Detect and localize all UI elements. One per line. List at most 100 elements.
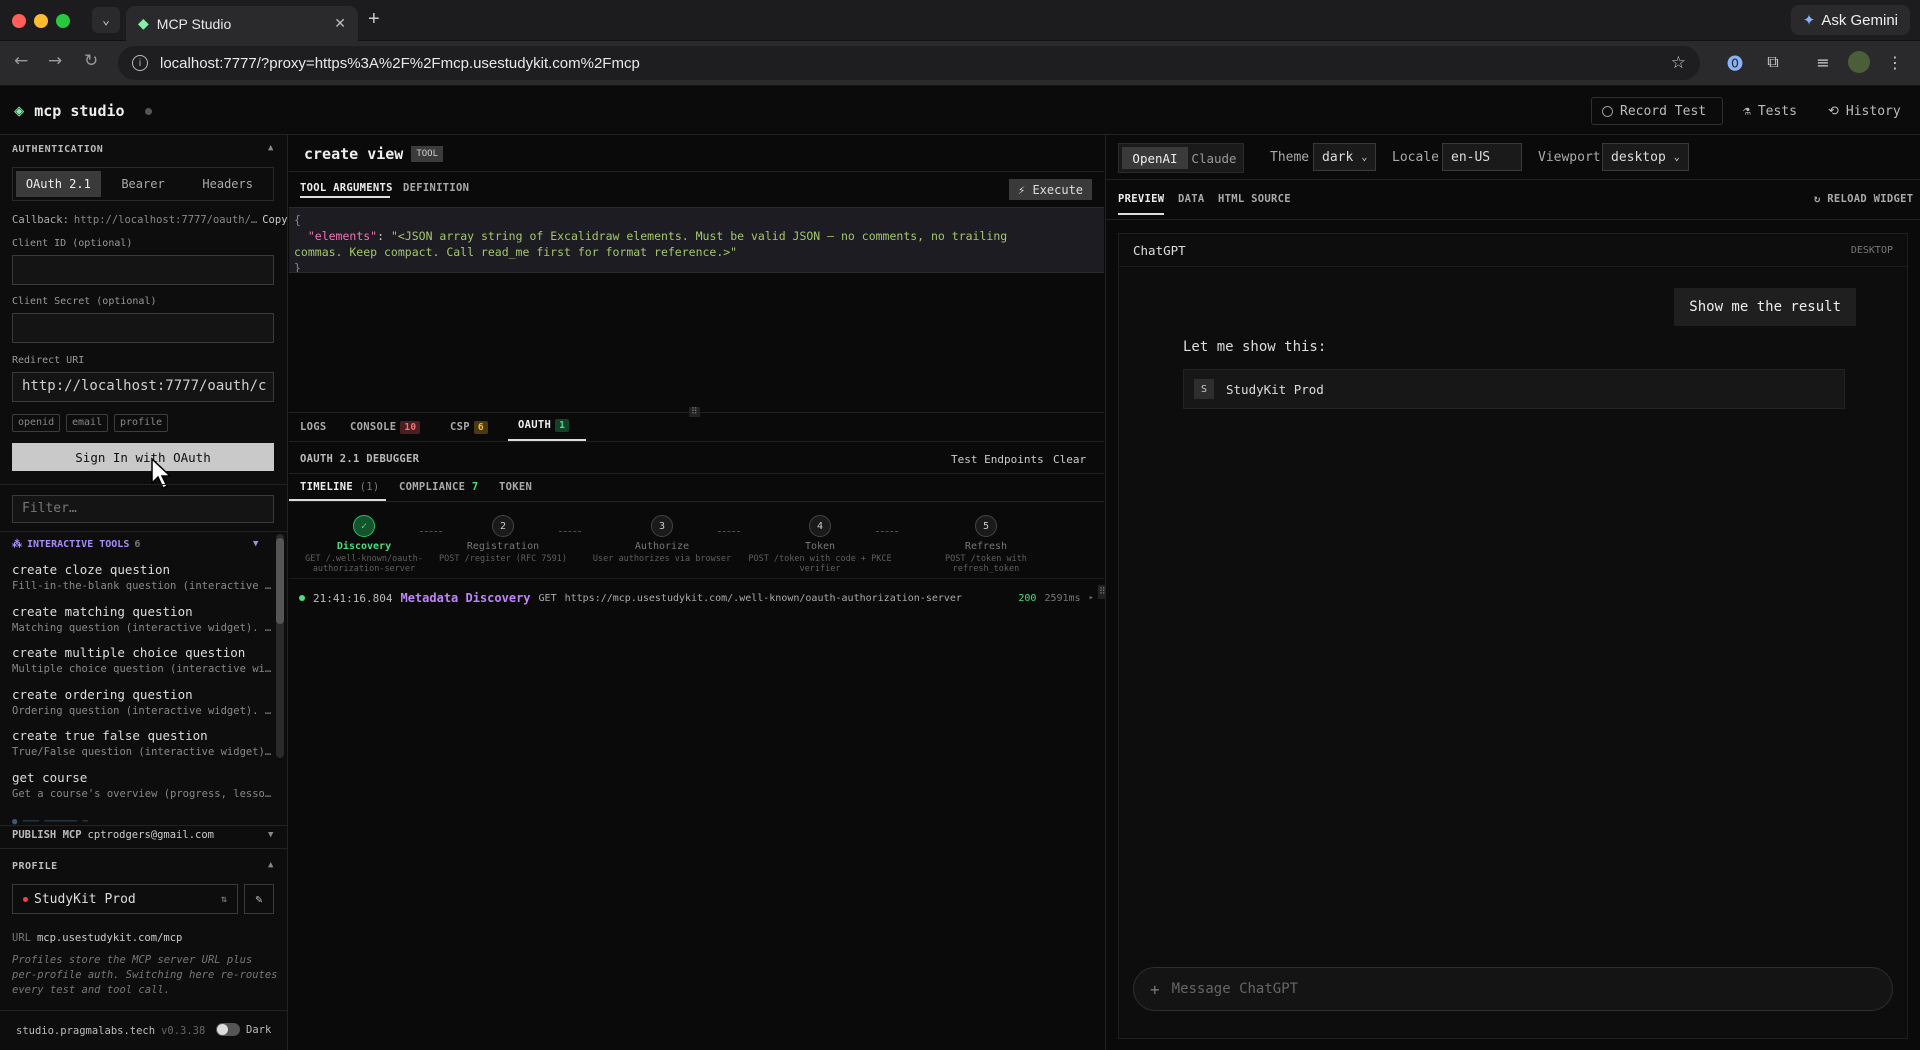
tab-logs[interactable]: LOGS: [300, 421, 327, 433]
publish-mcp-row[interactable]: PUBLISH MCP cptrodgers@gmail.com: [12, 829, 214, 841]
collapse-icon[interactable]: ▼: [253, 539, 258, 549]
expand-arrow-icon[interactable]: ▸: [1089, 593, 1094, 603]
tab-preview[interactable]: PREVIEW: [1118, 193, 1164, 205]
browser-menu-icon[interactable]: ⋮: [1884, 51, 1906, 73]
tab-data[interactable]: DATA: [1178, 193, 1205, 205]
oauth-step[interactable]: 2 Registration POST /register (RFC 7591): [428, 515, 578, 564]
sign-in-oauth-button[interactable]: Sign In with OAuth: [12, 443, 274, 471]
viewport-select[interactable]: desktop ⌄: [1602, 143, 1689, 171]
locale-input[interactable]: en-US: [1442, 143, 1522, 171]
divider: [289, 473, 1104, 474]
edit-profile-button[interactable]: ✎: [244, 884, 274, 914]
tool-list-item[interactable]: create true false question True/False que…: [12, 728, 272, 758]
provider-openai[interactable]: OpenAI: [1122, 147, 1188, 169]
client-id-input[interactable]: [12, 255, 274, 285]
filter-input[interactable]: Filter…: [12, 495, 274, 523]
widget-card[interactable]: S StudyKit Prod: [1183, 369, 1845, 409]
tab-bearer[interactable]: Bearer: [101, 171, 186, 197]
address-bar[interactable]: i localhost:7777/?proxy=https%3A%2F%2Fmc…: [118, 46, 1700, 80]
oauth-step[interactable]: ✓ Discovery GET /.well-known/oauth-authori…: [289, 515, 439, 574]
tab-html-source[interactable]: HTML SOURCE: [1218, 193, 1291, 205]
toggle-switch[interactable]: [216, 1023, 240, 1036]
debugger-title: OAUTH 2.1 DEBUGGER: [300, 453, 420, 465]
json-value-line-1: "<JSON array string of Excalidraw elemen…: [390, 229, 1008, 243]
theme-select[interactable]: dark ⌄: [1313, 143, 1377, 171]
history-label: History: [1845, 103, 1901, 119]
record-test-button[interactable]: Record Test: [1591, 97, 1723, 125]
redirect-uri-input[interactable]: http://localhost:7777/oauth/c: [12, 372, 274, 402]
forward-icon[interactable]: →: [48, 51, 62, 71]
tab-oauth[interactable]: OAuth 2.1: [16, 171, 101, 197]
ask-gemini-button[interactable]: ✦ Ask Gemini: [1790, 5, 1910, 35]
success-dot: [299, 595, 305, 601]
reading-list-icon[interactable]: ≡: [1812, 51, 1834, 73]
chat-composer[interactable]: + Message ChatGPT: [1133, 967, 1893, 1011]
scope-chip-openid[interactable]: openid: [12, 414, 61, 432]
reload-icon[interactable]: ↻: [84, 51, 98, 71]
tab-search-button[interactable]: ⌄: [92, 7, 120, 33]
arguments-editor[interactable]: { "elements": "<JSON array string of Exc…: [289, 207, 1104, 273]
sparkle-icon: ⁂: [12, 539, 22, 550]
tab-oauth-debug[interactable]: OAUTH 1: [518, 419, 570, 432]
record-test-label: Record Test: [1620, 103, 1707, 119]
extensions-icon[interactable]: ⧉: [1762, 51, 1784, 73]
oauth-step[interactable]: 3 Authorize User authorizes via browser: [587, 515, 737, 564]
timeline-entry[interactable]: 21:41:16.804 Metadata Discovery GET http…: [299, 591, 1094, 605]
execute-button[interactable]: ⚡ Execute: [1009, 179, 1093, 200]
minimize-window-button[interactable]: [34, 14, 48, 28]
divider: [0, 848, 288, 849]
subtab-compliance[interactable]: COMPLIANCE 7: [399, 481, 478, 493]
reload-widget-button[interactable]: ↻ RELOAD WIDGET: [1814, 193, 1913, 205]
tab-headers[interactable]: Headers: [185, 171, 270, 197]
tab-console[interactable]: CONSOLE 10: [350, 421, 421, 434]
clear-button[interactable]: Clear: [1053, 453, 1086, 466]
plus-icon[interactable]: +: [1150, 980, 1160, 999]
tab-tool-arguments[interactable]: TOOL ARGUMENTS: [300, 182, 393, 194]
test-endpoints-button[interactable]: Test Endpoints: [951, 453, 1044, 466]
scrollbar-track[interactable]: [276, 534, 284, 758]
step-name: Authorize: [634, 541, 690, 552]
tab-csp[interactable]: CSP 6: [450, 421, 488, 434]
scope-chip-profile[interactable]: profile: [114, 414, 169, 432]
scope-chip-email[interactable]: email: [66, 414, 109, 432]
drag-handle-icon[interactable]: ⠿: [689, 407, 700, 417]
history-button[interactable]: ⟲ History: [1818, 97, 1911, 125]
expand-icon[interactable]: ▼: [268, 830, 273, 840]
maximize-window-button[interactable]: [56, 14, 70, 28]
provider-claude[interactable]: Claude: [1188, 147, 1240, 169]
bookmark-star-icon[interactable]: ☆: [1671, 53, 1686, 73]
composer-placeholder: Message ChatGPT: [1171, 981, 1299, 997]
collapse-icon[interactable]: ▲: [268, 860, 273, 870]
tool-list-item[interactable]: get course Get a course's overview (progr…: [12, 770, 272, 800]
footer-site[interactable]: studio.pragmalabs.tech: [16, 1025, 155, 1037]
subtab-timeline[interactable]: TIMELINE (1): [300, 481, 379, 493]
subtab-token[interactable]: TOKEN: [499, 481, 532, 493]
profile-url-row: URL mcp.usestudykit.com/mcp: [12, 932, 182, 944]
tool-list-item[interactable]: create multiple choice question Multiple …: [12, 645, 272, 675]
browser-tab[interactable]: ◆ MCP Studio ✕: [126, 6, 358, 41]
profile-avatar[interactable]: [1848, 51, 1870, 73]
interactive-tools-header[interactable]: ⁂ INTERACTIVE TOOLS 6: [12, 539, 140, 550]
copy-callback-button[interactable]: Copy: [262, 214, 287, 226]
profile-select[interactable]: StudyKit Prod ⇅: [12, 884, 238, 914]
site-info-icon[interactable]: i: [132, 55, 148, 71]
oauth-step[interactable]: 4 Token POST /token with code + PKCE verif…: [745, 515, 895, 574]
dark-toggle[interactable]: Dark: [216, 1023, 271, 1036]
oauth-step[interactable]: 5 Refresh POST /token with refresh_token: [911, 515, 1061, 574]
collapse-icon[interactable]: ▲: [268, 143, 273, 153]
scrollbar-thumb[interactable]: [276, 538, 284, 624]
client-secret-input[interactable]: [12, 313, 274, 343]
tests-button[interactable]: ⚗ Tests: [1733, 97, 1807, 125]
tab-definition[interactable]: DEFINITION: [403, 182, 469, 194]
tool-list-item[interactable]: create ordering question Ordering questio…: [12, 687, 272, 717]
close-tab-icon[interactable]: ✕: [334, 15, 346, 32]
tool-description: Ordering question (interactive widget). …: [12, 704, 272, 717]
json-close-brace: }: [294, 261, 301, 273]
close-window-button[interactable]: [12, 14, 26, 28]
back-icon[interactable]: ←: [14, 51, 28, 71]
tool-list-item[interactable]: create matching question Matching questio…: [12, 604, 272, 634]
app-logo: ◈ mcp studio: [14, 101, 152, 121]
tool-list-item[interactable]: create cloze question Fill-in-the-blank q…: [12, 562, 272, 592]
password-manager-icon[interactable]: ⓿: [1724, 51, 1746, 73]
new-tab-button[interactable]: +: [368, 8, 380, 31]
